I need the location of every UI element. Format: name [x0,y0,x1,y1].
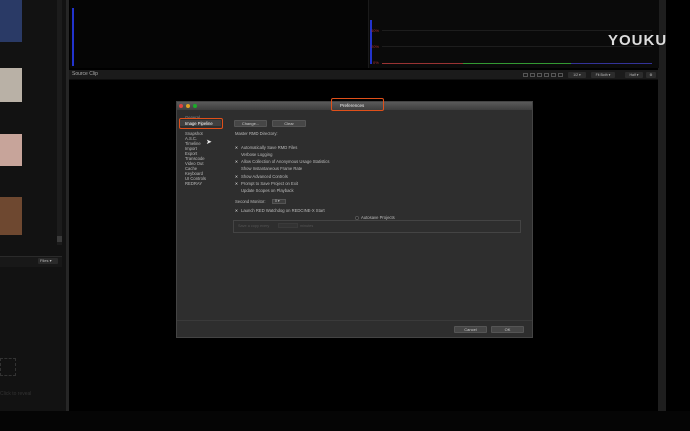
autosave-label: Autosave Projects [361,215,395,220]
second-monitor-dropdown[interactable]: 0 ▾ [272,199,286,204]
scope-trace [382,63,652,64]
media-thumbnail[interactable] [0,197,22,235]
update-scopes-label: Update Scopes on Playback [241,188,294,193]
autosave-prefix-text: Save a copy every [238,224,270,228]
frame-rate-label: Show Instantaneous Frame Rate [241,166,303,171]
zoom-window-icon[interactable] [193,104,197,108]
play-back-icon[interactable] [523,73,528,77]
watermark-logo: YOUKU [608,32,668,49]
autosave-group-box [233,220,521,233]
media-thumbnail[interactable] [0,68,22,102]
launch-watchdog-label: Launch RED Watchdog on REDCINE-X Start [241,208,325,213]
drop-target-icon [0,358,16,376]
sidebar-highlight-annotation [179,118,223,129]
usage-statistics-label: Allow Collection of Anonymous Usage Stat… [241,159,330,164]
scope-grid-line [382,30,652,31]
dialog-footer-divider [177,320,532,321]
second-monitor-value: 0 [275,199,277,203]
media-browser-scrollbar[interactable] [57,0,62,245]
right-panel-edge [658,0,666,411]
mouse-cursor-icon: ➤ [206,139,212,146]
media-thumbnail[interactable] [0,0,22,42]
drop-hint-text: Click to reveal [0,391,32,397]
second-monitor-label: Second Monitor: [235,199,266,204]
loop-icon[interactable] [537,73,542,77]
ok-button[interactable]: OK [491,326,524,333]
safe-area-icon[interactable] [558,73,563,77]
auto-save-rmd-checkbox[interactable]: ✕ [234,145,239,150]
fit-dropdown[interactable]: Fit Both ▾ [591,72,615,78]
cancel-button[interactable]: Cancel [454,326,487,333]
title-highlight-annotation [331,98,384,111]
scope-label: 40% [371,28,380,33]
grid-icon[interactable] [551,73,556,77]
timeline-playhead [72,8,74,66]
auto-save-rmd-label: Automatically Save RMD Files [241,145,298,150]
scope-label: 20% [371,44,380,49]
change-directory-button[interactable]: Change... [234,120,267,127]
usage-statistics-checkbox[interactable]: ✕ [234,159,239,164]
fit-value: Fit Both [595,73,608,77]
scope-label: 0% [373,60,379,65]
scope-marker [370,20,372,64]
clear-directory-button[interactable]: Clear [272,120,306,127]
media-thumbnail[interactable] [0,134,22,166]
autosave-toggle[interactable] [355,216,359,220]
advanced-controls-label: Show Advanced Controls [241,174,288,179]
settings-gear-icon[interactable]: ⚙ [646,72,656,78]
prompt-save-label: Prompt to Save Project on Exit [241,181,299,186]
advanced-controls-checkbox[interactable]: ✕ [234,174,239,179]
minimize-window-icon[interactable] [186,104,190,108]
quality-value: Half [629,73,636,77]
step-icon[interactable] [530,73,535,77]
files-dropdown-label: Files [40,258,49,263]
source-clip-title: Source Clip [72,71,98,77]
prompt-save-checkbox[interactable]: ✕ [234,181,239,186]
master-rmd-directory-label: Master RMD Directory: [235,131,278,136]
overlay-icon[interactable] [544,73,549,77]
autosave-suffix-text: minutes [300,224,314,228]
files-dropdown[interactable]: Files ▾ [38,258,58,264]
scrollbar-thumb[interactable] [57,236,62,242]
autosave-minutes-input[interactable] [278,223,298,228]
close-window-icon[interactable] [179,104,183,108]
zoom-value: 1/2 [573,73,579,77]
launch-watchdog-checkbox[interactable]: ✕ [234,208,239,213]
quality-dropdown[interactable]: Half ▾ [625,72,643,78]
verbose-logging-label: Verbose Logging [241,152,273,157]
sidebar-item-redray[interactable]: REDRAY [185,181,202,186]
bottom-letterbox [0,411,690,431]
zoom-dropdown[interactable]: 1/2 ▾ [568,72,586,78]
